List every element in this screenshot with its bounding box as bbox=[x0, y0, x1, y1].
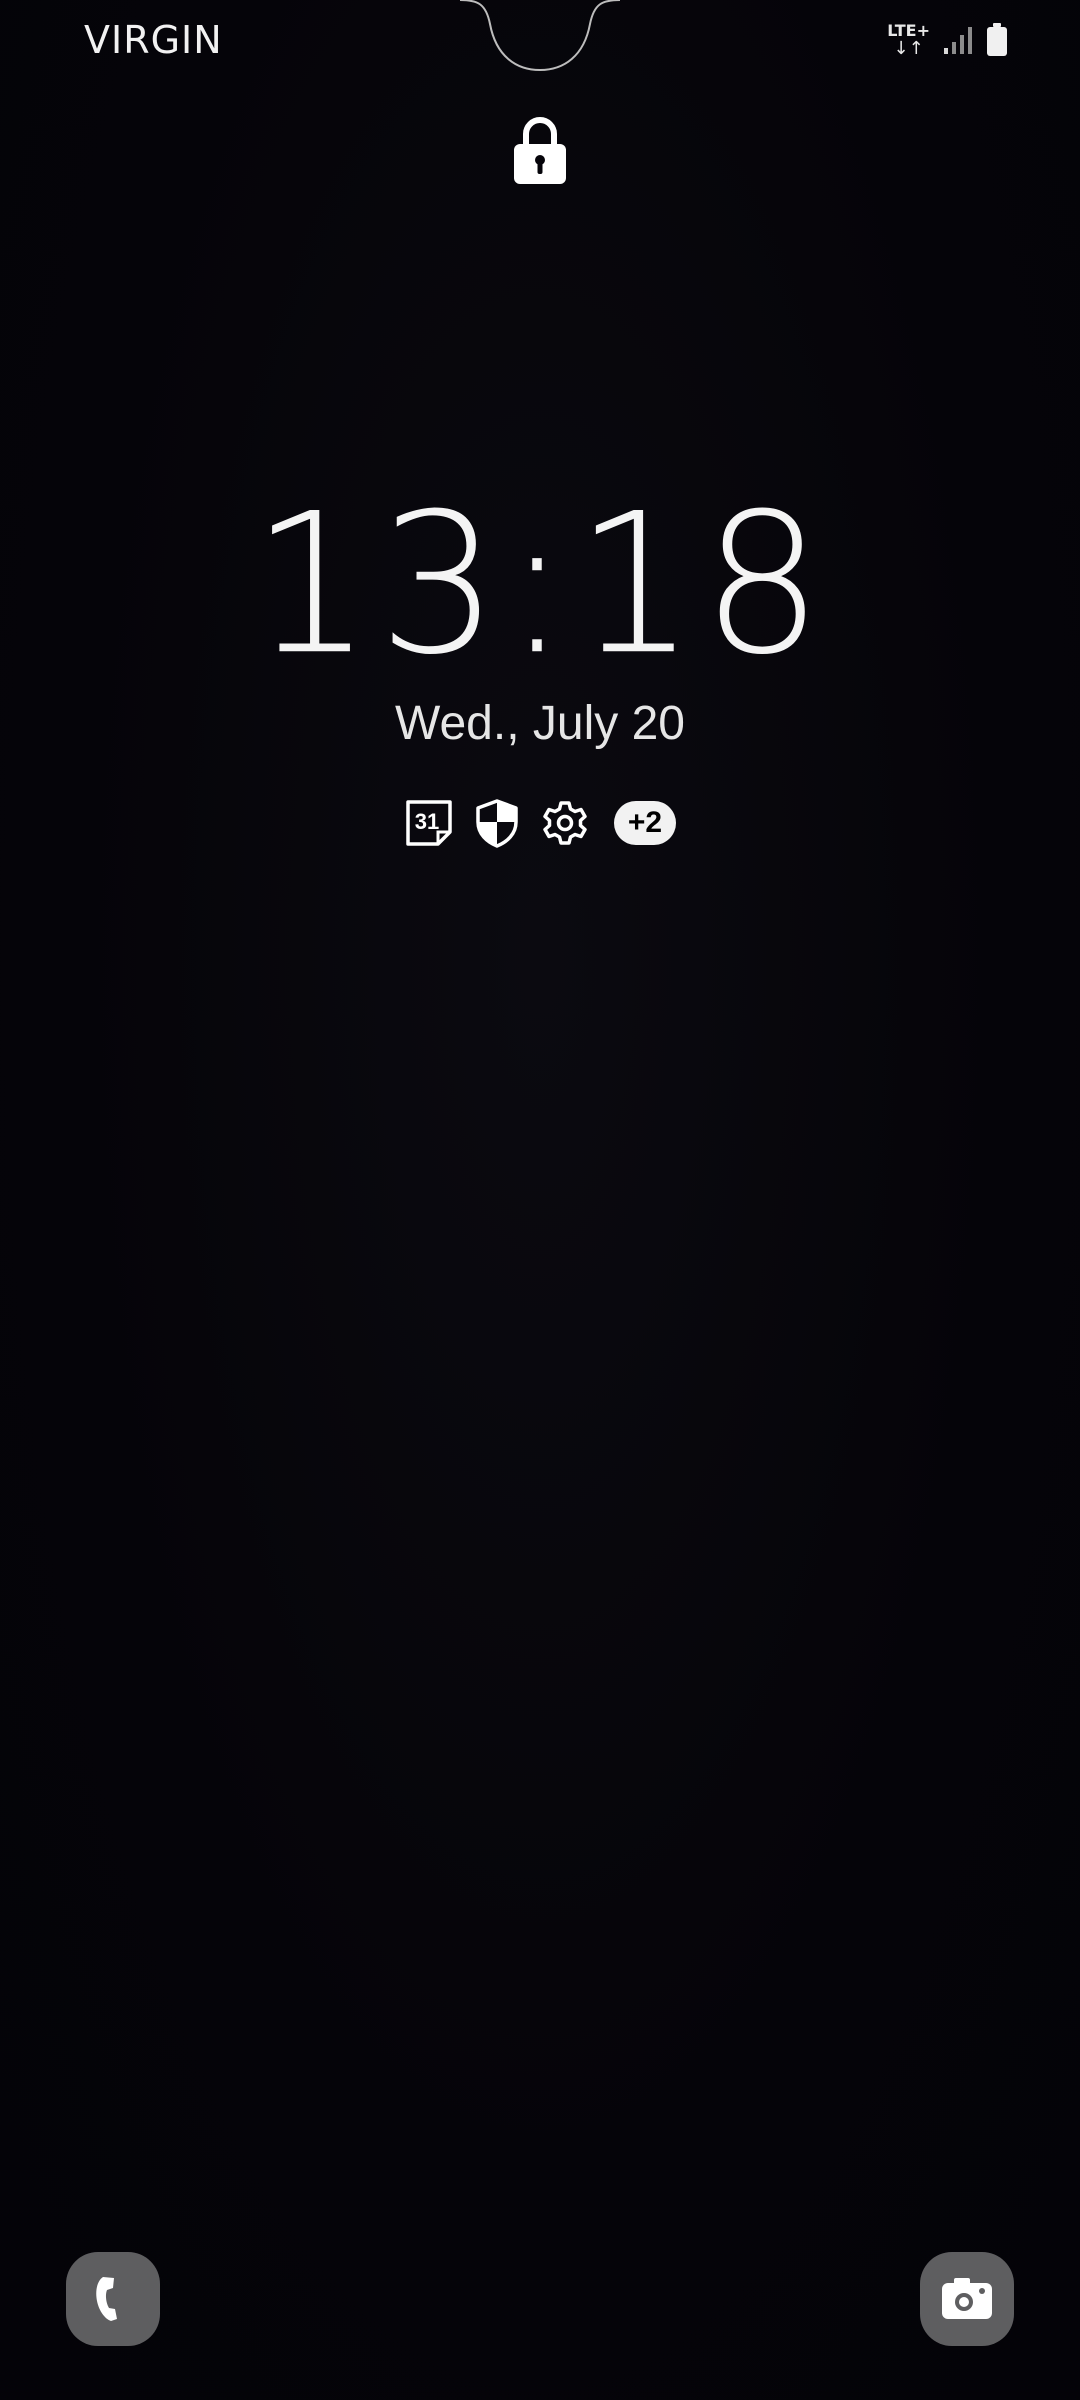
date: Wed., July 20 bbox=[395, 697, 685, 750]
notification-icons[interactable]: 31 +2 bbox=[0, 798, 1080, 848]
status-icons: LTE+ ↓↑ bbox=[887, 18, 1008, 62]
settings-icon bbox=[540, 798, 590, 848]
carrier-name: VIRGIN bbox=[84, 18, 223, 62]
camera-icon bbox=[942, 2278, 992, 2319]
data-activity-arrows: ↓↑ bbox=[893, 37, 924, 59]
network-type: LTE+ bbox=[887, 20, 930, 40]
calendar-icon: 31 bbox=[404, 798, 454, 848]
camera-notch bbox=[460, 0, 620, 72]
lock-icon[interactable] bbox=[512, 114, 568, 186]
signal-icon bbox=[944, 27, 972, 54]
phone-shortcut-button[interactable] bbox=[66, 2252, 160, 2346]
lte-indicator: LTE+ ↓↑ bbox=[887, 20, 930, 59]
shield-icon bbox=[472, 798, 522, 848]
battery-icon bbox=[987, 23, 1007, 56]
phone-icon bbox=[96, 2277, 117, 2321]
lock-screen: VIRGIN LTE+ ↓↑ 13:18 Wed., July 20 31 +2 bbox=[0, 0, 1080, 2400]
status-bar: VIRGIN LTE+ ↓↑ bbox=[0, 0, 1080, 80]
more-notifications-badge: +2 bbox=[614, 801, 676, 845]
camera-shortcut-button[interactable] bbox=[920, 2252, 1014, 2346]
calendar-day: 31 bbox=[415, 809, 439, 834]
clock[interactable]: 13:18 bbox=[0, 488, 1080, 682]
